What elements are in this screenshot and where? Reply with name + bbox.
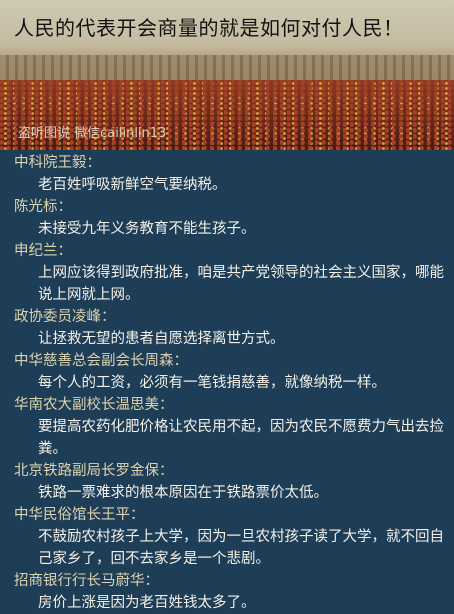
list-item: 中华民俗馆长王平： 不鼓励农村孩子上大学，因为一旦农村孩子读了大学，就不回自己家… (14, 504, 446, 570)
banner-title: 人民的代表开会商量的就是如何对付人民！ (14, 16, 404, 40)
quote-text: 不鼓励农村孩子上大学，因为一旦农村孩子读了大学，就不回自己家乡了，回不去家乡是一… (38, 529, 444, 567)
list-item: 政协委员凌峰： 让拯救无望的患者自愿选择离世方式。 (14, 306, 446, 350)
watermark-text: 盗听图说 微信cailinlin13 (18, 126, 167, 141)
quote-text: 房价上涨是因为老百姓钱太多了。 (38, 595, 256, 611)
speaker-name: 陈光标： (14, 199, 72, 215)
quote-text: 每个人的工资，必须有一笔钱捐慈善，就像纳税一样。 (38, 375, 386, 391)
speaker-name: 招商银行行长马蔚华： (14, 573, 159, 589)
speaker-name: 北京铁路副局长罗金保： (14, 463, 174, 479)
speaker-name: 中科院王毅： (14, 155, 101, 171)
list-item: 申纪兰： 上网应该得到政府批准，咱是共产党领导的社会主义国家，哪能说上网就上网。 (14, 240, 446, 306)
speaker-name: 中华民俗馆长王平： (14, 507, 145, 523)
page: 人民的代表开会商量的就是如何对付人民！ 盗听图说 微信cailinlin13 中… (0, 0, 454, 612)
list-item: 陈光标： 未接受九年义务教育不能生孩子。 (14, 196, 446, 240)
quote-text: 铁路一票难求的根本原因在于铁路票价太低。 (38, 485, 328, 501)
list-item: 中华慈善总会副会长周森： 每个人的工资，必须有一笔钱捐慈善，就像纳税一样。 (14, 350, 446, 394)
quote-text: 上网应该得到政府批准，咱是共产党领导的社会主义国家，哪能说上网就上网。 (38, 265, 444, 303)
quote-text: 让拯救无望的患者自愿选择离世方式。 (38, 331, 285, 347)
speaker-name: 申纪兰： (14, 243, 72, 259)
quote-text: 未接受九年义务教育不能生孩子。 (38, 221, 256, 237)
speaker-name: 中华慈善总会副会长周森： (14, 353, 188, 369)
quote-list: 中科院王毅： 老百姓呼吸新鲜空气要纳税。 陈光标： 未接受九年义务教育不能生孩子… (0, 152, 454, 614)
quote-text: 要提高农药化肥价格让农民用不起，因为农民不愿费力气出去捡粪。 (38, 419, 444, 457)
speaker-name: 华南农大副校长温思美： (14, 397, 174, 413)
list-item: 招商银行行长马蔚华： 房价上涨是因为老百姓钱太多了。 (14, 570, 446, 614)
quote-text: 老百姓呼吸新鲜空气要纳税。 (38, 177, 227, 193)
speaker-name: 政协委员凌峰： (14, 309, 116, 325)
list-item: 北京铁路副局长罗金保： 铁路一票难求的根本原因在于铁路票价太低。 (14, 460, 446, 504)
header-banner-image: 人民的代表开会商量的就是如何对付人民！ 盗听图说 微信cailinlin13 (0, 0, 454, 150)
list-item: 华南农大副校长温思美： 要提高农药化肥价格让农民用不起，因为农民不愿费力气出去捡… (14, 394, 446, 460)
list-item: 中科院王毅： 老百姓呼吸新鲜空气要纳税。 (14, 152, 446, 196)
